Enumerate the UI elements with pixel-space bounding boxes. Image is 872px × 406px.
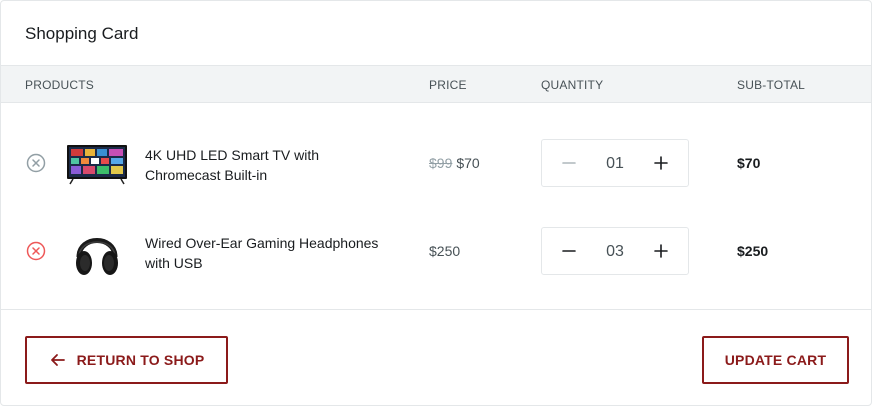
table-row: Wired Over-Ear Gaming Headphones with US… bbox=[1, 215, 871, 287]
update-cart-button[interactable]: UPDATE CART bbox=[702, 336, 849, 384]
column-header-quantity: QUANTITY bbox=[541, 78, 604, 92]
shopping-cart-card: Shopping Card PRODUCTS PRICE QUANTITY SU… bbox=[0, 0, 872, 406]
tv-icon bbox=[67, 145, 127, 185]
product-price: $250 bbox=[429, 242, 460, 260]
table-header: PRODUCTS PRICE QUANTITY SUB-TOTAL bbox=[1, 65, 871, 103]
product-name-line: with USB bbox=[145, 255, 203, 271]
column-header-price: PRICE bbox=[429, 78, 467, 92]
headphones-icon bbox=[76, 238, 118, 275]
table-row: 4K UHD LED Smart TV with Chromecast Buil… bbox=[1, 127, 871, 199]
row-subtotal: $250 bbox=[737, 243, 769, 259]
product-price: $99 $70 bbox=[429, 154, 480, 172]
quantity-value[interactable]: 01 bbox=[592, 154, 638, 174]
arrow-left-icon bbox=[50, 354, 65, 366]
product-name-line: Wired Over-Ear Gaming Headphones bbox=[145, 235, 379, 251]
remove-item-icon[interactable] bbox=[26, 153, 46, 173]
quantity-value[interactable]: 03 bbox=[592, 242, 638, 262]
product-name: 4K UHD LED Smart TV with Chromecast Buil… bbox=[145, 145, 405, 185]
product-name-line: Chromecast Built-in bbox=[145, 167, 268, 183]
minus-icon[interactable] bbox=[559, 241, 579, 261]
return-to-shop-button[interactable]: RETURN TO SHOP bbox=[25, 336, 228, 384]
plus-icon[interactable] bbox=[651, 153, 671, 173]
page-title: Shopping Card bbox=[25, 24, 139, 43]
plus-icon[interactable] bbox=[651, 241, 671, 261]
remove-item-icon[interactable] bbox=[26, 241, 46, 261]
quantity-stepper: 01 bbox=[541, 139, 689, 187]
quantity-stepper: 03 bbox=[541, 227, 689, 275]
update-cart-label: UPDATE CART bbox=[724, 352, 827, 368]
row-subtotal: $70 bbox=[737, 155, 761, 171]
minus-icon[interactable] bbox=[559, 153, 579, 173]
cart-footer: RETURN TO SHOP UPDATE CART bbox=[1, 309, 871, 405]
return-to-shop-label: RETURN TO SHOP bbox=[76, 352, 205, 368]
column-header-subtotal: SUB-TOTAL bbox=[737, 78, 806, 92]
product-name-line: 4K UHD LED Smart TV with bbox=[145, 147, 320, 163]
old-price: $99 bbox=[429, 155, 453, 171]
current-price: $70 bbox=[456, 155, 480, 171]
column-header-products: PRODUCTS bbox=[25, 78, 94, 92]
current-price: $250 bbox=[429, 243, 461, 259]
product-name: Wired Over-Ear Gaming Headphones with US… bbox=[145, 233, 405, 273]
